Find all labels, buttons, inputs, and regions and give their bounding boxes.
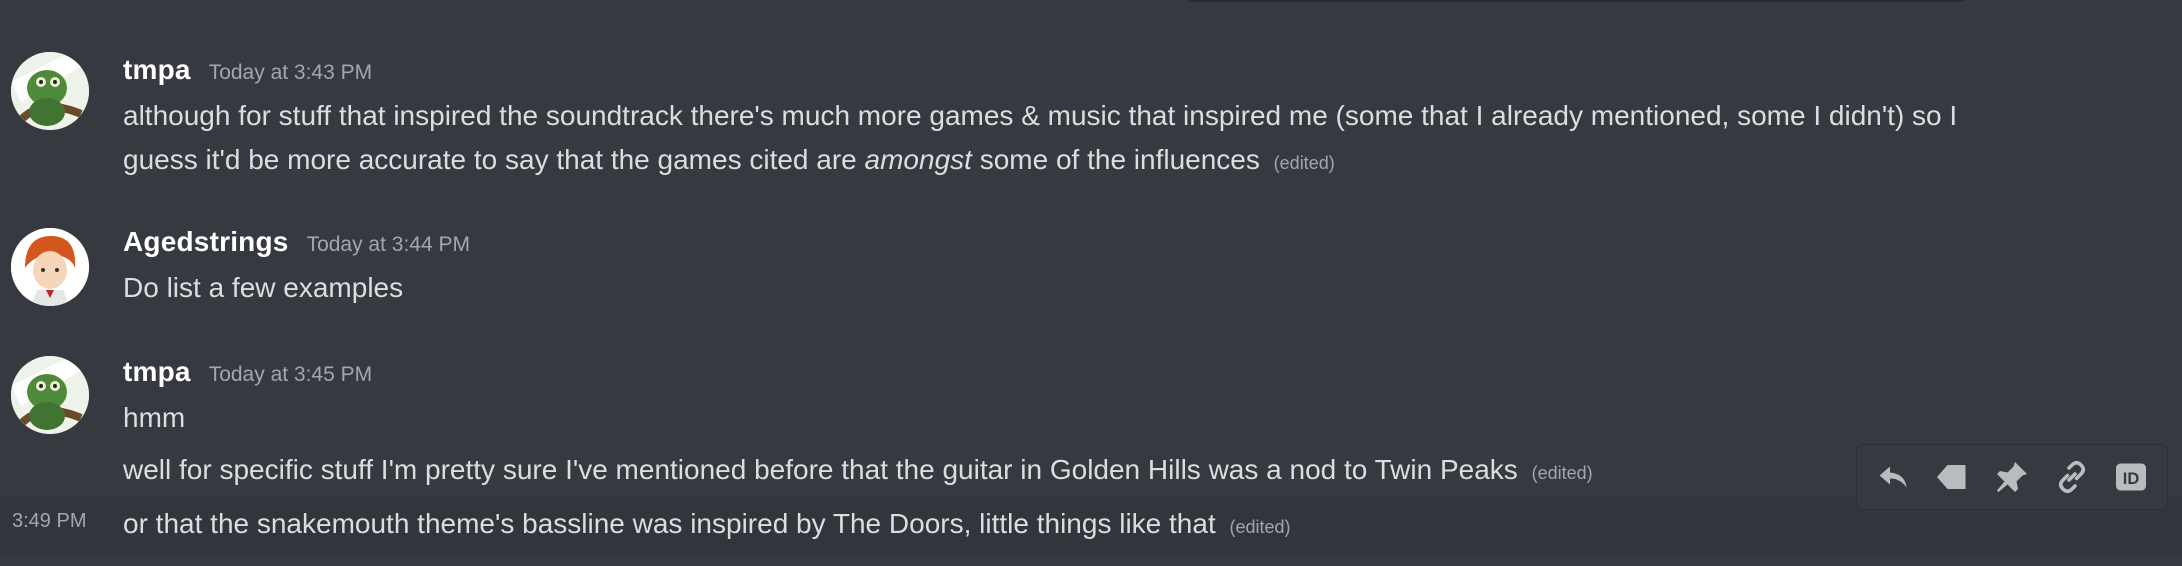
username[interactable]: Agedstrings — [123, 226, 289, 258]
message-line: guess it'd be more accurate to say that … — [123, 138, 1335, 185]
hover-timestamp[interactable]: 3:49 PM — [12, 510, 86, 533]
pin-icon — [1996, 462, 2027, 492]
reply-icon — [1879, 466, 1907, 488]
timestamp[interactable]: Today at 3:45 PM — [209, 363, 372, 387]
reply-button[interactable] — [1865, 449, 1921, 505]
frog-avatar-icon — [11, 356, 89, 434]
link-icon — [2058, 460, 2085, 494]
tag-icon — [1937, 465, 1966, 489]
pin-button[interactable] — [1984, 449, 2040, 505]
message-text: some of the influences — [971, 144, 1260, 175]
message-text: well for specific stuff I'm pretty sure … — [123, 454, 1518, 485]
avatar[interactable] — [11, 52, 89, 130]
message-line: hmm — [123, 396, 185, 440]
message-header: tmpa Today at 3:43 PM — [123, 54, 372, 94]
message-italic-text: amongst — [864, 144, 972, 175]
edited-label[interactable]: (edited) — [1532, 463, 1593, 483]
id-icon-label: ID — [2123, 470, 2140, 488]
message-actions-toolbar: ID — [1856, 444, 2168, 510]
message-header: Agedstrings Today at 3:44 PM — [123, 226, 470, 266]
edited-label[interactable]: (edited) — [1274, 153, 1335, 173]
message-line: although for stuff that inspired the sou… — [123, 94, 1957, 138]
message-text: hmm — [123, 402, 186, 433]
message-text: although for stuff that inspired the sou… — [123, 100, 1958, 131]
frog-avatar-icon — [11, 52, 89, 130]
tag-button[interactable] — [1924, 449, 1980, 505]
edited-label[interactable]: (edited) — [1230, 517, 1291, 537]
message-text: guess it'd be more accurate to say that … — [123, 144, 865, 175]
message-line: well for specific stuff I'm pretty sure … — [123, 448, 1593, 495]
username[interactable]: tmpa — [123, 356, 191, 388]
timestamp[interactable]: Today at 3:44 PM — [307, 233, 470, 257]
id-icon: ID — [2116, 463, 2147, 491]
message-header: tmpa Today at 3:45 PM — [123, 356, 372, 396]
avatar[interactable] — [11, 228, 89, 306]
character-avatar-icon — [11, 228, 89, 306]
message-line: Do list a few examples — [123, 266, 403, 310]
message-line: or that the snakemouth theme's bassline … — [123, 502, 1291, 549]
copy-id-button[interactable]: ID — [2103, 449, 2159, 505]
copy-link-button[interactable] — [2044, 449, 2100, 505]
timestamp[interactable]: Today at 3:43 PM — [209, 61, 372, 85]
avatar[interactable] — [11, 356, 89, 434]
message-text: or that the snakemouth theme's bassline … — [123, 508, 1216, 539]
previous-embed-edge — [1188, 0, 1966, 2]
message-text: Do list a few examples — [123, 272, 404, 303]
username[interactable]: tmpa — [123, 54, 191, 86]
